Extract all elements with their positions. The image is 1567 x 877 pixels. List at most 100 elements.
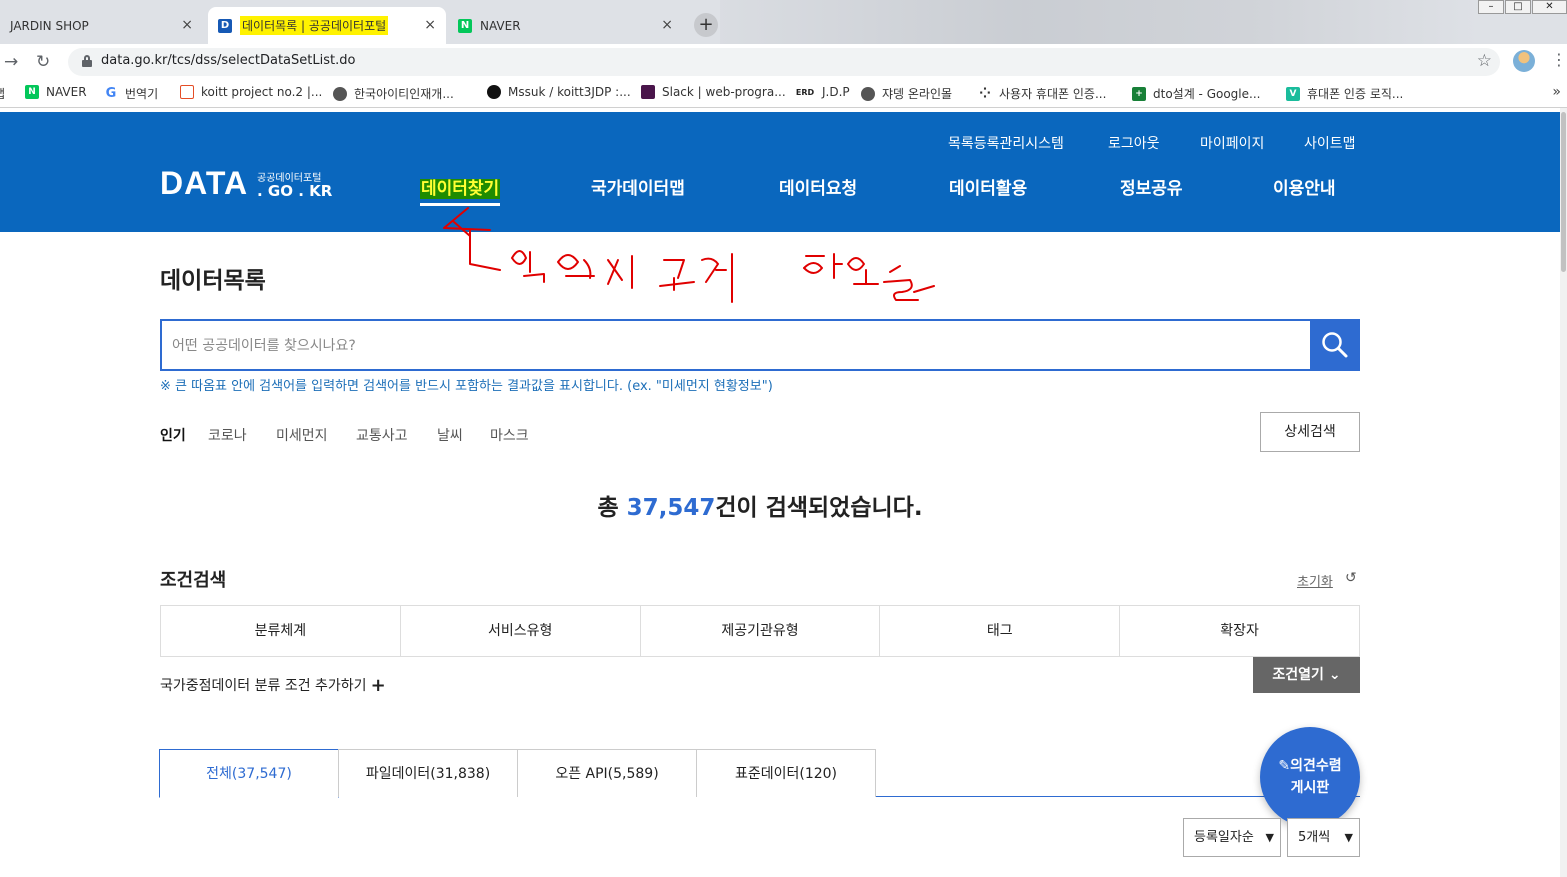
tab-open-api[interactable]: 오픈 API(5,589) — [517, 749, 697, 797]
nav-info-sharing[interactable]: 정보공유 — [1120, 174, 1183, 199]
velog-icon: V — [1286, 86, 1300, 101]
lock-icon — [82, 55, 92, 67]
search-input[interactable] — [172, 334, 1292, 358]
url-field[interactable]: data.go.kr/tcs/dss/selectDataSetList.do … — [68, 48, 1500, 76]
sort-order-select[interactable]: 등록일자순 ▼ — [1183, 818, 1281, 857]
plus-icon: + — [370, 675, 386, 696]
document-icon — [180, 85, 194, 99]
handwritten-annotation — [443, 207, 935, 303]
bookmark-phone-auth[interactable]: ⁘ 사용자 휴대폰 인증... — [978, 85, 1106, 102]
bookmark-slack[interactable]: Slack | web-progra... — [641, 85, 786, 99]
search-box — [160, 319, 1360, 371]
maximize-window-icon[interactable]: □ — [1505, 0, 1531, 14]
nav-find-data[interactable]: 데이터찾기 — [420, 174, 501, 206]
tab-naver[interactable]: N NAVER × — [448, 7, 685, 44]
bookmark-label: J.D.P — [822, 85, 850, 99]
more-bookmarks-icon[interactable]: » — [1552, 84, 1561, 100]
bookmark-label: 쟈뎅 온라인몰 — [882, 87, 953, 101]
condition-search-title: 조건검색 — [160, 570, 227, 591]
condition-provider-type[interactable]: 제공기관유형 — [641, 606, 881, 656]
tab-data-list[interactable]: D 데이터목록 | 공공데이터포털 × — [208, 7, 446, 44]
popular-keyword[interactable]: 마스크 — [490, 425, 529, 445]
tab-jardin-shop[interactable]: JARDIN SHOP × — [0, 7, 205, 44]
popular-keyword[interactable]: 미세먼지 — [276, 425, 328, 445]
detail-search-button[interactable]: 상세검색 — [1260, 412, 1360, 452]
feedback-label: 게시판 — [1290, 780, 1330, 796]
util-link-sitemap[interactable]: 사이트맵 — [1304, 133, 1356, 153]
bookmark-jdp[interactable]: ERD J.D.P — [795, 85, 850, 99]
github-icon — [487, 85, 501, 99]
popular-keyword[interactable]: 코로나 — [208, 425, 247, 445]
result-suffix: 건이 검색되었습니다. — [715, 495, 923, 521]
nav-national-data-map[interactable]: 국가데이터맵 — [591, 174, 685, 199]
reload-icon[interactable]: ↻ — [36, 52, 50, 72]
popular-keyword[interactable]: 날씨 — [437, 425, 463, 445]
bookmark-naver[interactable]: N NAVER — [25, 85, 87, 99]
close-tab-icon[interactable]: × — [424, 17, 436, 33]
util-link-mypage[interactable]: 마이페이지 — [1200, 133, 1264, 153]
condition-extension[interactable]: 확장자 — [1120, 606, 1359, 656]
result-count: 37,547 — [626, 495, 716, 521]
bookmark-label: 사용자 휴대폰 인증... — [999, 87, 1107, 101]
bookmark-label: NAVER — [46, 85, 87, 99]
bookmark-dto-design[interactable]: + dto설계 - Google... — [1132, 85, 1260, 102]
site-logo[interactable]: DATA 공공데이터포털 . GO . KR — [160, 165, 332, 202]
data-portal-favicon-icon: D — [218, 18, 232, 33]
naver-favicon-icon: N — [458, 18, 472, 33]
condition-classification[interactable]: 분류체계 — [161, 606, 401, 656]
bookmark-jardin-mall[interactable]: 쟈뎅 온라인몰 — [861, 85, 952, 102]
scrollbar-thumb[interactable] — [1561, 112, 1566, 272]
close-tab-icon[interactable]: × — [181, 17, 193, 33]
browser-menu-icon[interactable]: ⋮ — [1551, 50, 1567, 69]
erd-icon: ERD — [795, 87, 815, 97]
search-hint: ※ 큰 따옴표 안에 검색어를 입력하면 검색어를 반드시 포함하는 결과값을 … — [160, 379, 773, 394]
chevron-down-icon: ▼ — [1344, 831, 1353, 844]
condition-tabs: 분류체계 서비스유형 제공기관유형 태그 확장자 — [160, 605, 1360, 657]
close-window-icon[interactable]: ✕ — [1532, 0, 1567, 14]
bookmark-github[interactable]: Mssuk / koitt3JDP :... — [487, 85, 631, 99]
nav-user-guide[interactable]: 이용안내 — [1273, 174, 1336, 199]
nav-data-request[interactable]: 데이터요청 — [779, 174, 857, 199]
url-text[interactable]: data.go.kr/tcs/dss/selectDataSetList.do — [101, 53, 355, 68]
slack-icon — [641, 85, 655, 99]
select-value: 등록일자순 — [1194, 830, 1254, 845]
tab-all[interactable]: 전체(37,547) — [159, 749, 339, 798]
util-link-logout[interactable]: 로그아웃 — [1108, 133, 1160, 153]
forward-arrow-icon[interactable]: → — [4, 52, 18, 72]
feedback-board-button[interactable]: ✎의견수렴 게시판 — [1260, 727, 1360, 827]
new-tab-button[interactable]: + — [694, 13, 718, 37]
bookmark-star-icon[interactable]: ☆ — [1477, 51, 1492, 71]
page-title: 데이터목록 — [160, 268, 266, 294]
popular-keyword[interactable]: 교통사고 — [356, 425, 408, 445]
profile-avatar[interactable] — [1513, 50, 1535, 72]
minimize-window-icon[interactable]: – — [1478, 0, 1504, 14]
tab-standard-data[interactable]: 표준데이터(120) — [696, 749, 876, 797]
refresh-icon[interactable]: ↺ — [1345, 570, 1357, 586]
bookmark-label: 휴대폰 인증 로직... — [1307, 87, 1404, 101]
bookmark-translator[interactable]: G 번역기 — [104, 85, 158, 102]
bookmark-phone-logic[interactable]: V 휴대폰 인증 로직... — [1286, 85, 1403, 102]
page-scrollbar[interactable] — [1560, 108, 1567, 877]
globe-icon — [333, 86, 347, 101]
google-icon: G — [104, 86, 118, 101]
bookmark-koitt-project[interactable]: koitt project no.2 |... — [180, 85, 322, 99]
nav-label: 데이터찾기 — [420, 179, 501, 199]
open-conditions-button[interactable]: 조건열기 ⌄ — [1253, 657, 1360, 693]
page-size-select[interactable]: 5개씩 ▼ — [1287, 818, 1360, 857]
bookmark-label: 한국아이티인재개... — [354, 87, 454, 101]
util-link-catalog-system[interactable]: 목록등록관리시스템 — [948, 133, 1064, 153]
search-icon — [1322, 332, 1348, 358]
tab-file-data[interactable]: 파일데이터(31,838) — [338, 749, 518, 797]
nav-data-usage[interactable]: 데이터활용 — [949, 174, 1027, 199]
add-national-data-condition[interactable]: 국가중점데이터 분류 조건 추가하기 + — [160, 675, 386, 696]
condition-service-type[interactable]: 서비스유형 — [401, 606, 641, 656]
condition-tag[interactable]: 태그 — [880, 606, 1121, 656]
bookmark-korea-it[interactable]: 한국아이티인재개... — [333, 85, 454, 102]
search-button[interactable] — [1310, 319, 1360, 371]
chevron-down-icon: ▼ — [1265, 831, 1274, 844]
reset-link[interactable]: 초기화 — [1297, 571, 1333, 590]
open-conditions-label: 조건열기 — [1272, 667, 1324, 683]
add-condition-label: 국가중점데이터 분류 조건 추가하기 — [160, 678, 367, 694]
close-tab-icon[interactable]: × — [661, 17, 673, 33]
bookmark-partial[interactable]: 앱 — [0, 85, 5, 102]
